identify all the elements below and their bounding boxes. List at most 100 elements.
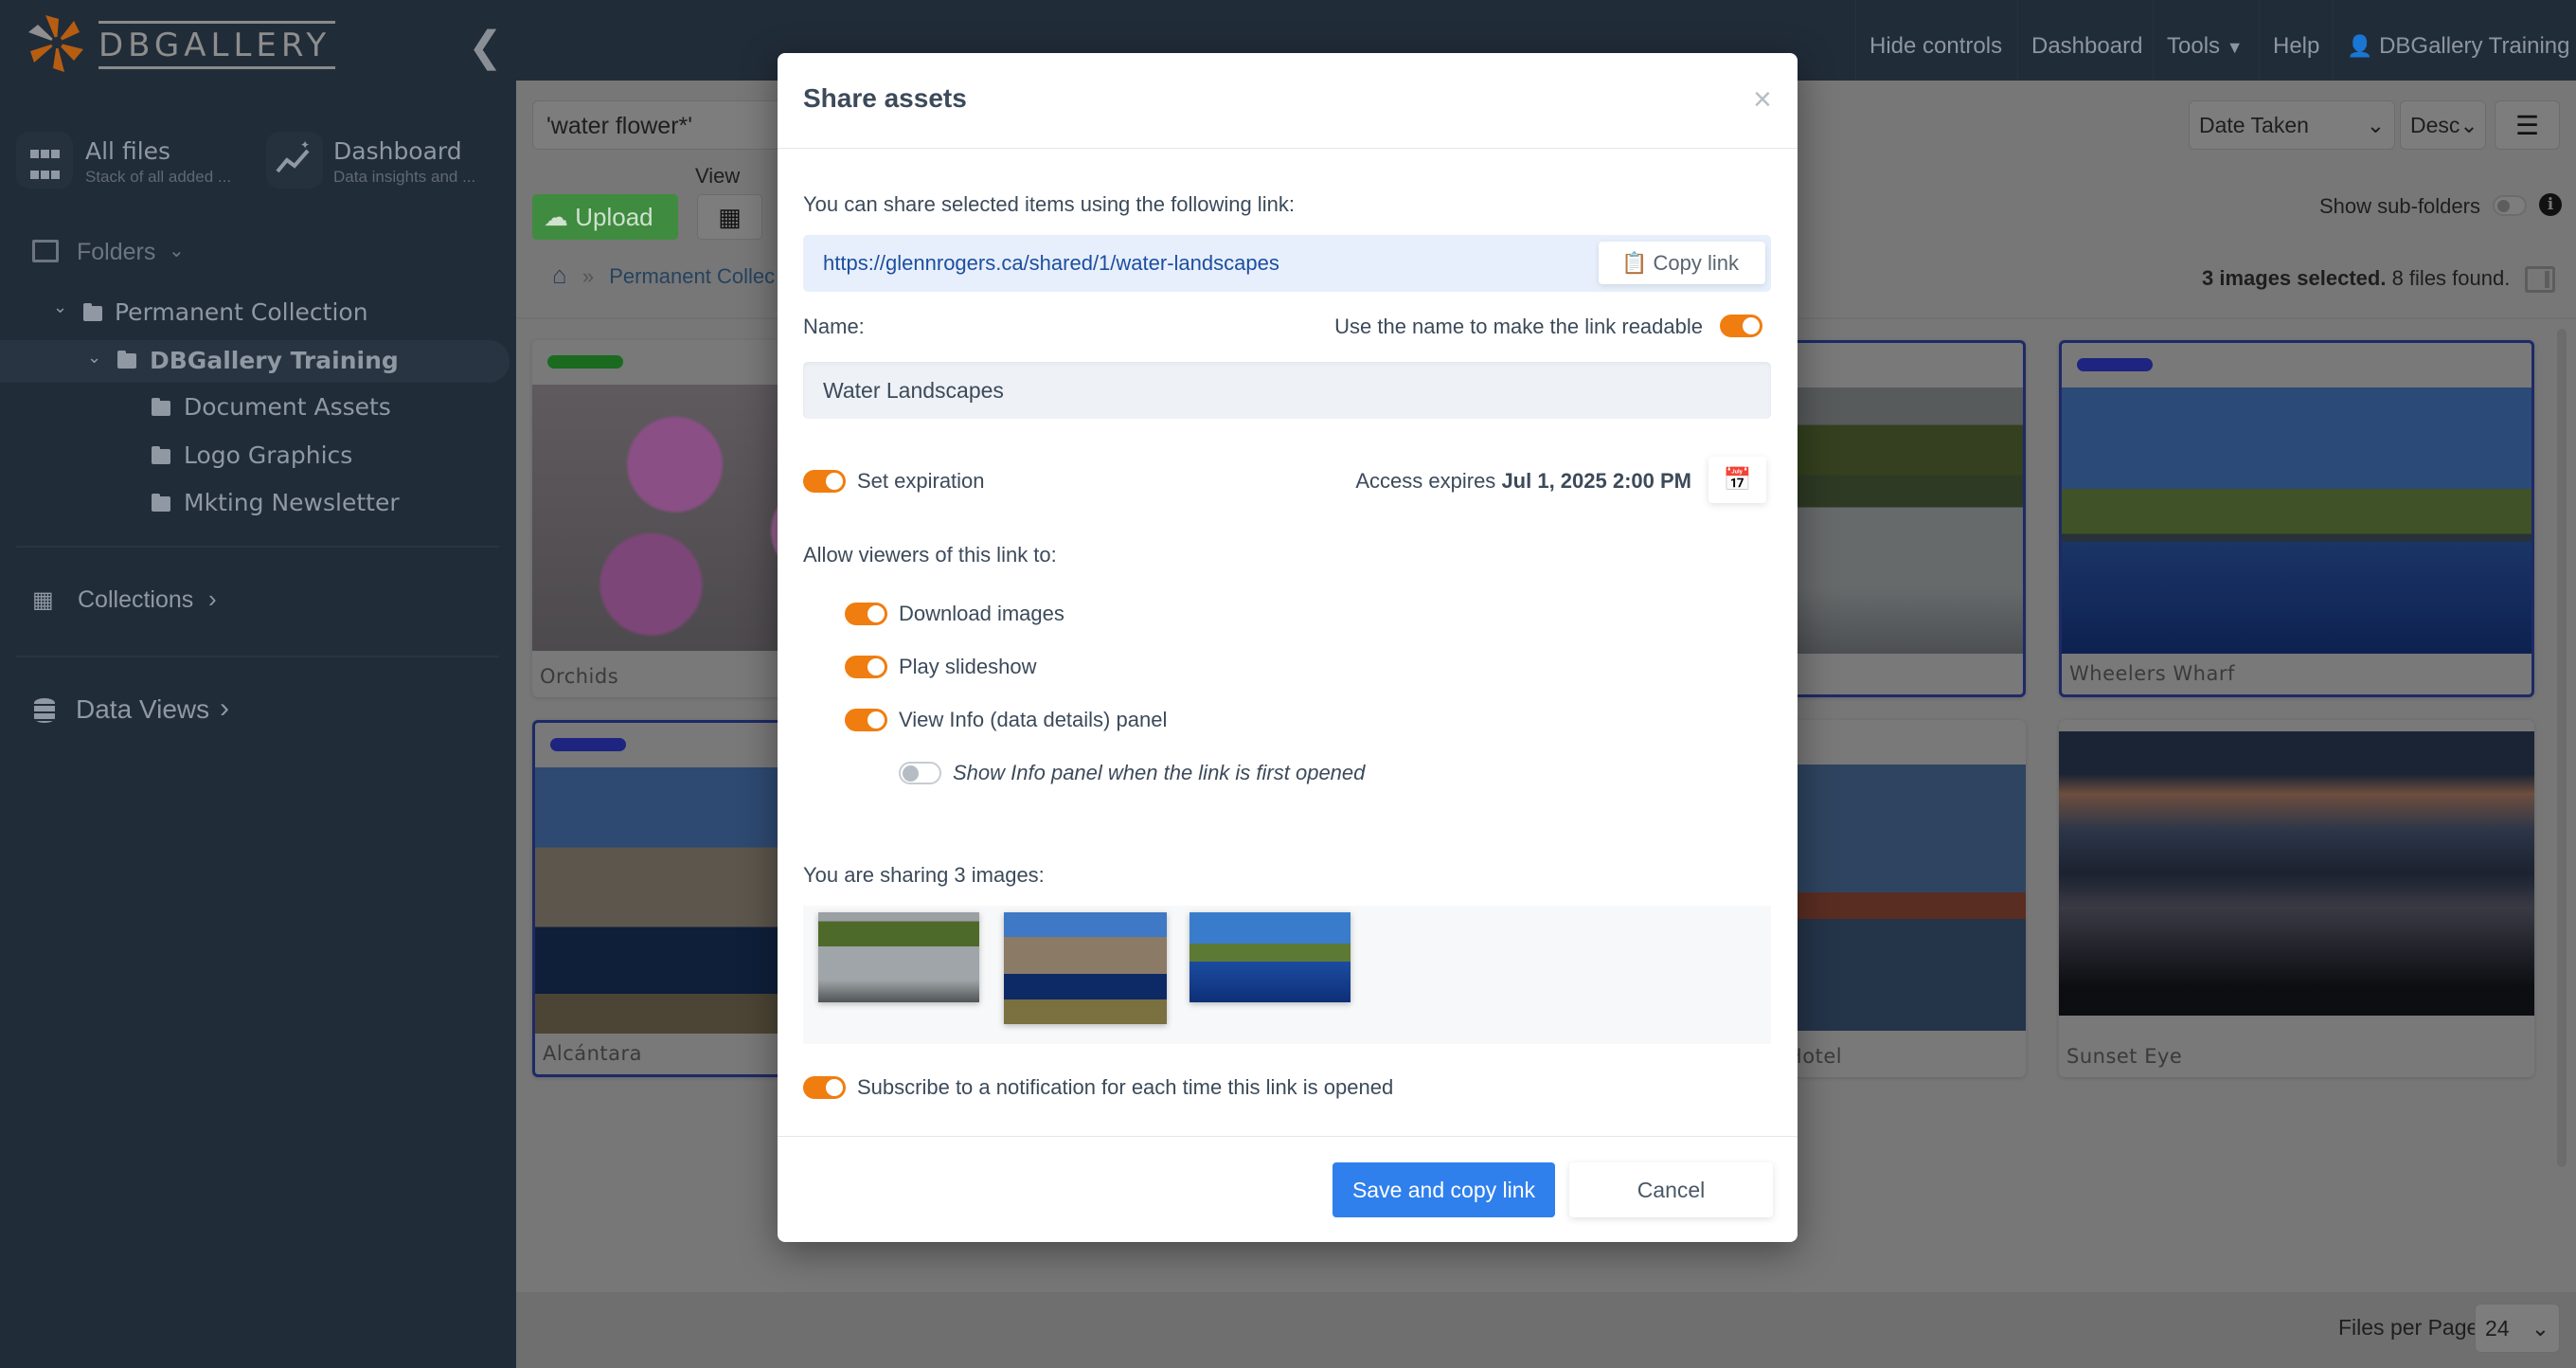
folder-icon	[117, 351, 136, 369]
folders-toggle[interactable]: Folders ⌄	[32, 237, 203, 267]
chevron-down-icon: ⌄	[169, 241, 185, 261]
show-info-toggle[interactable]	[899, 762, 941, 784]
card-label: Orchids	[540, 665, 619, 688]
share-link-box: https://glennrogers.ca/shared/1/water-la…	[803, 235, 1771, 292]
tile-title: Dashboard	[333, 137, 462, 165]
sort-field-value: Date Taken	[2199, 112, 2309, 137]
divider	[778, 148, 1798, 149]
show-info-label: Show Info panel when the link is first o…	[953, 761, 1366, 784]
database-icon	[34, 698, 55, 723]
tree-item-dbgallery-training[interactable]: ⌄ DBGallery Training	[0, 340, 510, 383]
chevron-right-icon: ›	[220, 693, 229, 724]
files-per-page-value: 24	[2485, 1315, 2510, 1341]
upload-button[interactable]: ☁ Upload	[532, 194, 678, 240]
grid-view-button[interactable]: ▦	[697, 194, 762, 240]
folders-label: Folders	[77, 239, 156, 265]
details-panel-icon[interactable]	[2525, 266, 2555, 293]
chevron-right-icon: ›	[208, 585, 217, 613]
readable-label: Use the name to make the link readable	[1334, 315, 1703, 338]
sharing-label: You are sharing 3 images:	[803, 863, 1045, 887]
chevron-down-icon: ⌄	[53, 297, 68, 316]
card-label: Alcántara	[543, 1042, 643, 1065]
tree-item-permanent-collection[interactable]: ⌄ Permanent Collection	[0, 297, 510, 330]
collections-icon: ▦	[32, 587, 54, 613]
view-info-toggle[interactable]	[845, 709, 887, 731]
tree-label: Document Assets	[184, 393, 391, 421]
tree-item-document-assets[interactable]: Document Assets	[0, 392, 510, 424]
show-subfolders-toggle[interactable]	[2493, 195, 2527, 216]
photo-sunset-eye	[2059, 731, 2534, 1016]
subscribe-toggle[interactable]	[803, 1076, 846, 1099]
subscribe-label: Subscribe to a notification for each tim…	[857, 1075, 1394, 1099]
name-value: Water Landscapes	[823, 378, 1004, 403]
collapse-sidebar-icon[interactable]: ❮	[468, 23, 503, 71]
access-expires: Access expires Jul 1, 2025 2:00 PM	[1355, 469, 1691, 494]
logo[interactable]: DBGALLERY	[27, 11, 335, 76]
gallery-card[interactable]: Sunset Eye	[2059, 720, 2534, 1077]
slideshow-toggle[interactable]	[845, 656, 887, 678]
nav-user[interactable]: 👤 DBGallery Training	[2333, 0, 2576, 81]
selection-status: 3 images selected. 8 files found.	[2202, 266, 2510, 291]
name-input[interactable]: Water Landscapes	[803, 362, 1771, 419]
sort-order-select[interactable]: Desc ⌄	[2400, 100, 2486, 150]
sort-field-select[interactable]: Date Taken ⌄	[2189, 100, 2395, 150]
user-icon: 👤	[2347, 34, 2373, 58]
name-label: Name:	[803, 315, 865, 338]
nav-hide-controls[interactable]: Hide controls	[1855, 0, 2015, 81]
breadcrumb-item[interactable]: Permanent Collec	[609, 264, 775, 288]
dialog-title: Share assets	[803, 83, 967, 113]
nav-tools[interactable]: Tools ▼	[2153, 0, 2257, 81]
close-icon[interactable]: ×	[1753, 81, 1772, 118]
expiration-toggle[interactable]	[803, 470, 846, 493]
tree-item-mkting-newsletter[interactable]: Mkting Newsletter	[0, 488, 510, 520]
tile-subtitle: Data insights and ...	[333, 168, 476, 186]
folder-icon	[152, 398, 170, 416]
collections-toggle[interactable]: ▦ Collections ›	[32, 585, 241, 617]
copy-link-button[interactable]: 📋 Copy link	[1599, 242, 1765, 284]
nav-tools-label: Tools	[2167, 33, 2221, 59]
color-tag	[2077, 358, 2153, 371]
divider	[16, 546, 499, 548]
nav-dashboard[interactable]: Dashboard	[2017, 0, 2156, 81]
shared-thumb-wharf	[1190, 912, 1351, 1002]
chart-sparkle-icon: ✦	[266, 132, 323, 189]
cancel-button[interactable]: Cancel	[1569, 1162, 1773, 1217]
nav-help[interactable]: Help	[2259, 0, 2333, 81]
divider	[16, 656, 499, 657]
data-views-label: Data Views	[76, 694, 210, 724]
permission-label: Download images	[899, 602, 1064, 625]
sort-order-value: Desc	[2410, 112, 2460, 137]
info-icon[interactable]: i	[2539, 193, 2562, 216]
tile-all-files[interactable]: All files Stack of all added ...	[16, 132, 253, 190]
shared-images-strip	[803, 906, 1771, 1044]
tile-dashboard[interactable]: ✦ Dashboard Data insights and ...	[266, 132, 503, 190]
tree-item-logo-graphics[interactable]: Logo Graphics	[0, 441, 510, 473]
list-view-button[interactable]: ☰	[2495, 100, 2560, 150]
logo-flower-icon	[28, 15, 83, 72]
allow-label: Allow viewers of this link to:	[803, 543, 1057, 567]
download-toggle[interactable]	[845, 603, 887, 625]
readable-toggle[interactable]	[1720, 315, 1762, 337]
view-label: View	[695, 164, 741, 188]
home-icon[interactable]: ⌂	[552, 261, 567, 289]
files-per-page-select[interactable]: 24 ⌄	[2475, 1304, 2560, 1353]
user-name: DBGallery Training	[2379, 33, 2570, 59]
divider	[778, 1136, 1798, 1137]
logo-text: DBGALLERY	[98, 27, 331, 64]
caret-down-icon: ▼	[2226, 38, 2244, 57]
shared-thumb-alcantara	[1004, 912, 1167, 1024]
clipboard-icon: 📋	[1621, 251, 1648, 275]
selected-count: 3 images selected.	[2202, 266, 2387, 290]
permission-label: Play slideshow	[899, 655, 1037, 678]
data-views-toggle[interactable]: Data Views ›	[34, 693, 261, 729]
shared-thumb-lake	[818, 912, 979, 1002]
footer-bar: Files per Page 24 ⌄	[516, 1292, 2576, 1368]
save-label: Save and copy link	[1351, 1178, 1536, 1202]
calendar-button[interactable]: 📅	[1708, 457, 1766, 503]
share-link[interactable]: https://glennrogers.ca/shared/1/water-la…	[823, 251, 1279, 276]
collections-label: Collections	[78, 586, 194, 613]
gallery-card[interactable]: Wheelers Wharf	[2059, 340, 2534, 697]
scrollbar[interactable]	[2557, 329, 2567, 1167]
folder-icon	[152, 446, 170, 464]
save-and-copy-button[interactable]: Save and copy link	[1333, 1162, 1555, 1217]
